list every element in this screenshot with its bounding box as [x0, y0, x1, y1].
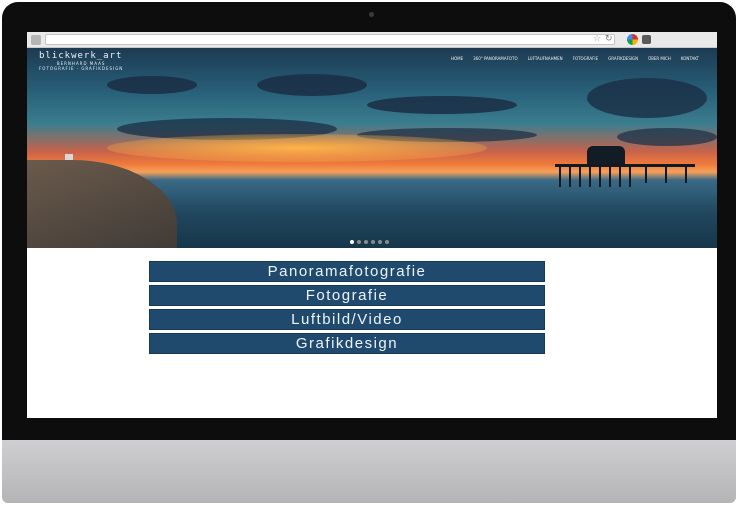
pier	[555, 164, 695, 187]
nav-kontakt[interactable]: KONTAKT	[681, 56, 699, 62]
chrome-icon[interactable]	[627, 34, 638, 45]
monitor-bezel: ☆ ↻ blickwerk_art BERNHARD MAAS FOTOGRAF…	[2, 2, 736, 442]
site-logo[interactable]: blickwerk_art BERNHARD MAAS FOTOGRAFIE ·…	[39, 51, 123, 71]
slider-dot[interactable]	[350, 240, 354, 244]
pier-house	[587, 146, 625, 164]
address-bar[interactable]	[45, 34, 615, 45]
logo-tagline: FOTOGRAFIE · GRAFIKDESIGN	[39, 66, 124, 71]
hero-panorama: blickwerk_art BERNHARD MAAS FOTOGRAFIE ·…	[27, 48, 717, 248]
reload-icon[interactable]: ↻	[605, 33, 613, 45]
monitor-chin	[2, 440, 736, 503]
favicon-icon	[31, 35, 41, 45]
logo-title: blickwerk_art	[39, 51, 123, 61]
category-menu: Panoramafotografie Fotografie Luftbild/V…	[149, 261, 545, 357]
sunset-glow	[107, 134, 487, 162]
slider-dots	[350, 240, 389, 244]
nav-ueber-mich[interactable]: ÜBER MICH	[648, 56, 671, 62]
panoramafotografie-button[interactable]: Panoramafotografie	[149, 261, 545, 282]
camera-icon	[369, 12, 374, 17]
slider-dot[interactable]	[385, 240, 389, 244]
luftbild-video-button[interactable]: Luftbild/Video	[149, 309, 545, 330]
nav-360-panorama[interactable]: 360° PANORAMAFOTO	[473, 56, 518, 62]
slider-dot[interactable]	[378, 240, 382, 244]
fotografie-button[interactable]: Fotografie	[149, 285, 545, 306]
browser-screen: ☆ ↻ blickwerk_art BERNHARD MAAS FOTOGRAF…	[27, 32, 717, 418]
beach-shore	[27, 160, 177, 248]
nav-grafikdesign[interactable]: GRAFIKDESIGN	[608, 56, 638, 62]
nav-fotografie[interactable]: FOTOGRAFIE	[573, 56, 599, 62]
slider-dot[interactable]	[371, 240, 375, 244]
main-nav: HOME 360° PANORAMAFOTO LUFTAUFNAHMEN FOT…	[451, 56, 699, 62]
nav-luftaufnahmen[interactable]: LUFTAUFNAHMEN	[528, 56, 563, 62]
nav-home[interactable]: HOME	[451, 56, 463, 62]
star-icon[interactable]: ☆	[593, 33, 601, 45]
menu-icon[interactable]	[642, 35, 651, 44]
slider-dot[interactable]	[364, 240, 368, 244]
slider-dot[interactable]	[357, 240, 361, 244]
browser-toolbar: ☆ ↻	[27, 32, 717, 48]
imac-mockup: ☆ ↻ blickwerk_art BERNHARD MAAS FOTOGRAF…	[0, 0, 738, 505]
grafikdesign-button[interactable]: Grafikdesign	[149, 333, 545, 354]
